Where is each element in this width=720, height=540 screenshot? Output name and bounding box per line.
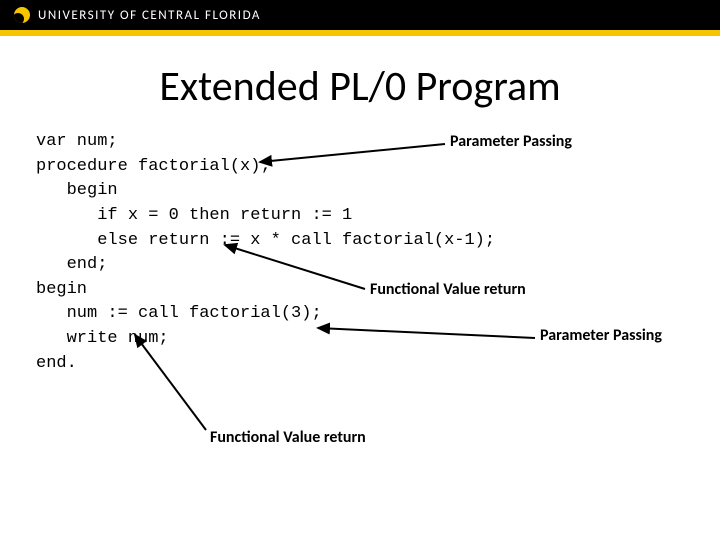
- code-line: write num;: [36, 329, 169, 348]
- slide-content: var num; procedure factorial(x); begin i…: [0, 130, 720, 376]
- code-line: begin: [36, 181, 118, 200]
- code-line: else return := x * call factorial(x-1);: [36, 231, 495, 250]
- code-line: end;: [36, 255, 107, 274]
- header-bar: UNIVERSITY OF CENTRAL FLORIDA: [0, 0, 720, 30]
- code-line: end.: [36, 354, 77, 373]
- code-line: num := call factorial(3);: [36, 304, 322, 323]
- code-line: if x = 0 then return := 1: [36, 206, 352, 225]
- page-title: Extended PL/0 Program: [0, 61, 720, 112]
- gold-accent-bar: [0, 30, 720, 36]
- university-name: UNIVERSITY OF CENTRAL FLORIDA: [38, 8, 261, 23]
- ucf-logo: [14, 7, 30, 23]
- annotation-functional-value-return-2: Functional Value return: [210, 428, 366, 447]
- code-line: procedure factorial(x);: [36, 157, 271, 176]
- annotation-parameter-passing-1: Parameter Passing: [450, 132, 572, 151]
- annotation-parameter-passing-2: Parameter Passing: [540, 326, 662, 345]
- code-line: begin: [36, 280, 87, 299]
- code-line: var num;: [36, 132, 118, 151]
- annotation-functional-value-return-1: Functional Value return: [370, 280, 526, 299]
